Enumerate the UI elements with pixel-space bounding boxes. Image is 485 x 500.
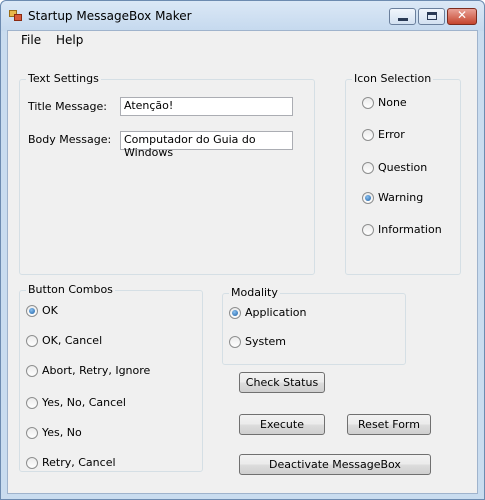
icon-radio-error[interactable]: Error	[362, 128, 452, 144]
combo-radio-ok[interactable]: OK	[26, 304, 191, 320]
modality-radio-application[interactable]: Application	[229, 306, 349, 322]
radio-indicator	[362, 192, 374, 204]
title-message-label: Title Message:	[28, 100, 107, 113]
window-title: Startup MessageBox Maker	[28, 9, 192, 23]
text-settings-group: Text Settings Title Message: Atenção! Bo…	[19, 72, 315, 275]
button-combos-legend: Button Combos	[26, 283, 115, 296]
title-bar[interactable]: Startup MessageBox Maker ✕	[1, 1, 484, 31]
radio-indicator	[26, 305, 38, 317]
icon-radio-question[interactable]: Question	[362, 161, 452, 177]
modality-radio-system[interactable]: System	[229, 335, 349, 351]
radio-indicator	[229, 336, 241, 348]
menu-file[interactable]: File	[18, 33, 44, 47]
radio-indicator	[362, 97, 374, 109]
radio-indicator	[26, 397, 38, 409]
radio-indicator	[229, 307, 241, 319]
radio-indicator	[26, 335, 38, 347]
radio-indicator	[26, 427, 38, 439]
radio-indicator	[362, 224, 374, 236]
check-status-button[interactable]: Check Status	[239, 372, 325, 393]
icon-selection-group: Icon Selection None Error Question Warni…	[345, 72, 461, 275]
body-message-input[interactable]: Computador do Guia do Windows	[120, 131, 293, 159]
icon-radio-none[interactable]: None	[362, 96, 452, 112]
combo-radio-retry-cancel[interactable]: Retry, Cancel	[26, 456, 191, 472]
button-combos-group: Button Combos OK OK, Cancel Abort, Retry…	[19, 283, 203, 472]
icon-selection-legend: Icon Selection	[352, 72, 434, 85]
combo-radio-ok-cancel[interactable]: OK, Cancel	[26, 334, 191, 350]
text-settings-legend: Text Settings	[26, 72, 101, 85]
radio-indicator	[26, 365, 38, 377]
menu-bar: File Help	[8, 31, 477, 51]
modality-legend: Modality	[229, 286, 280, 299]
body-message-label: Body Message:	[28, 133, 112, 146]
icon-radio-information[interactable]: Information	[362, 223, 457, 239]
close-icon: ✕	[456, 8, 468, 22]
combo-radio-yes-no[interactable]: Yes, No	[26, 426, 191, 442]
modality-group: Modality Application System	[222, 286, 406, 365]
close-button[interactable]: ✕	[447, 8, 477, 25]
menu-help[interactable]: Help	[53, 33, 86, 47]
radio-indicator	[26, 457, 38, 469]
combo-radio-yes-no-cancel[interactable]: Yes, No, Cancel	[26, 396, 191, 412]
minimize-icon	[398, 18, 408, 21]
execute-button[interactable]: Execute	[239, 414, 325, 435]
title-message-input[interactable]: Atenção!	[120, 97, 293, 116]
minimize-button[interactable]	[389, 8, 416, 25]
radio-indicator	[362, 162, 374, 174]
deactivate-messagebox-button[interactable]: Deactivate MessageBox	[239, 454, 431, 475]
maximize-icon	[427, 12, 437, 20]
icon-radio-warning[interactable]: Warning	[362, 191, 452, 207]
reset-form-button[interactable]: Reset Form	[347, 414, 431, 435]
app-window: Startup MessageBox Maker ✕ File Help Tex…	[0, 0, 485, 500]
maximize-button[interactable]	[418, 8, 445, 25]
client-area: File Help Text Settings Title Message: A…	[7, 30, 478, 494]
radio-indicator	[362, 129, 374, 141]
combo-radio-abort-retry-ignore[interactable]: Abort, Retry, Ignore	[26, 364, 191, 380]
app-icon	[9, 10, 23, 22]
